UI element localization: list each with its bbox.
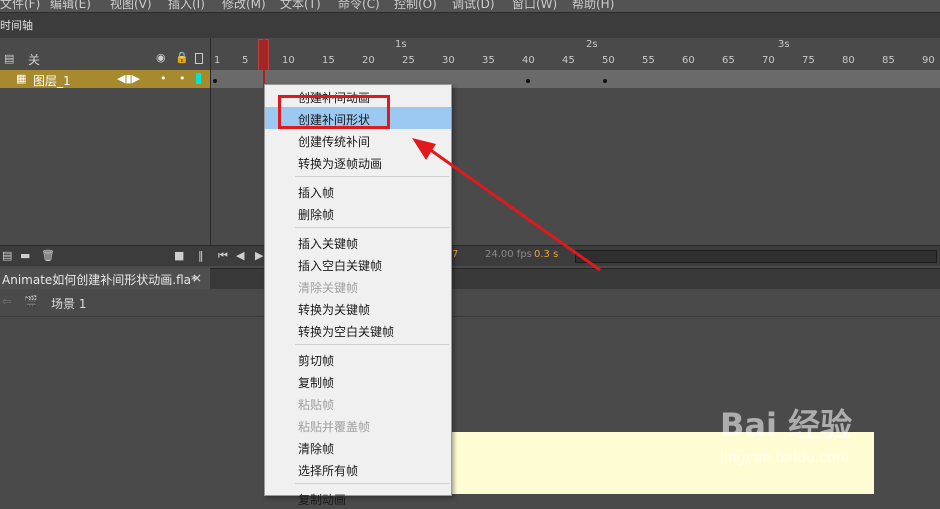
annotation-highlight-box (278, 95, 390, 129)
keyframe[interactable] (526, 79, 530, 83)
timeline-header: 时间轴 (0, 13, 940, 39)
menu-item-convert-to-blank-keyframes[interactable]: 转换为空白关键帧 (265, 319, 451, 341)
frame-number: 65 (722, 55, 735, 66)
frame-number: 1 (214, 55, 221, 66)
menu-item-paste-and-overwrite-frames: 粘贴并覆盖帧 (298, 420, 371, 434)
close-tab-icon[interactable]: × (192, 271, 202, 285)
menu-view[interactable]: 视图(V) (110, 0, 152, 12)
menu-edit[interactable]: 编辑(E) (50, 0, 91, 12)
layers-icon: ▤ (4, 52, 15, 65)
frame-number: 60 (682, 55, 695, 66)
timeline-tab[interactable]: 时间轴 (0, 17, 33, 33)
menu-text[interactable]: 文本(T) (280, 0, 321, 12)
menu-window[interactable]: 窗口(W) (512, 0, 557, 12)
menu-insert[interactable]: 插入(I) (168, 0, 205, 12)
outline-icon[interactable] (195, 53, 203, 64)
menu-commands[interactable]: 命令(C) (338, 0, 380, 12)
layer-color-swatch[interactable] (196, 73, 201, 84)
baidu-watermark: Bai 经验 jingyan.baidu.com (720, 400, 936, 472)
second-label: 2s (586, 39, 598, 50)
watermark-logo: Bai 经验 (720, 406, 853, 444)
menu-item-select-all-frames[interactable]: 选择所有帧 (265, 458, 451, 480)
pause-icon[interactable]: ‖ (198, 249, 204, 262)
menu-debug[interactable]: 调试(D) (452, 0, 495, 12)
annotation-arrow (412, 138, 601, 272)
layer-icon: ▦ (16, 72, 27, 85)
frame-number: 80 (842, 55, 855, 66)
watermark-url: jingyan.baidu.com (720, 450, 850, 466)
layer-name[interactable]: 图层_1 (33, 72, 71, 89)
frame-number: 75 (802, 55, 815, 66)
document-title: Animate如何创建补间形状动画.fla* (2, 273, 198, 287)
menu-modify[interactable]: 修改(M) (222, 0, 266, 12)
first-frame-icon[interactable]: ⏮ (218, 249, 228, 263)
visible-dot-icon[interactable]: • (160, 72, 167, 85)
clapper-icon: 🎬 (24, 295, 38, 308)
menu-item-paste-frames: 粘贴帧 (298, 398, 335, 412)
frame-number: 15 (322, 55, 335, 66)
menu-control[interactable]: 控制(O) (394, 0, 437, 12)
frame-number: 40 (522, 55, 535, 66)
new-layer-icon[interactable]: ▤ (2, 249, 12, 262)
scene-bar: ⇦ 🎬 场景 1 (0, 289, 940, 317)
menu-item-copy-frames[interactable]: 复制帧 (265, 370, 451, 392)
eye-icon[interactable]: ◉ (156, 51, 166, 64)
frame-number: 70 (762, 55, 775, 66)
back-arrow-icon[interactable]: ⇦ (2, 295, 11, 308)
camera-icon[interactable]: ■ (174, 249, 184, 262)
lock-icon[interactable]: 🔒 (175, 51, 189, 64)
frame-number: 20 (362, 55, 375, 66)
prev-frame-icon[interactable]: ◀ (236, 249, 244, 262)
layer-row[interactable]: ▦ 图层_1 ◀▮▶ • • (0, 70, 210, 88)
lock-dot-icon[interactable]: • (179, 72, 186, 85)
menu-help[interactable]: 帮助(H) (572, 0, 614, 12)
play-icon[interactable]: ▶ (255, 249, 263, 262)
menu-file[interactable]: 文件(F) (0, 0, 40, 12)
keyframe[interactable] (603, 79, 607, 83)
frame-number: 25 (402, 55, 415, 66)
frame-number: 5 (242, 55, 249, 66)
frame-number: 50 (602, 55, 615, 66)
menu-item-copy-motion[interactable]: 复制动画 (265, 487, 451, 509)
frame-number: 90 (922, 55, 935, 66)
second-label: 3s (778, 39, 790, 50)
keyframe[interactable] (213, 79, 217, 83)
layers-header-label: 关 (28, 53, 41, 67)
keyframe-nav-icon[interactable]: ◀▮▶ (117, 72, 140, 85)
scene-label[interactable]: 场景 1 (51, 295, 86, 312)
menu-separator (295, 483, 449, 484)
menu-separator (295, 344, 449, 345)
menu-item-convert-to-keyframes[interactable]: 转换为关键帧 (265, 297, 451, 319)
menu-item-clear-frames[interactable]: 清除帧 (265, 436, 451, 458)
frame-number: 45 (562, 55, 575, 66)
menu-item-cut-frames[interactable]: 剪切帧 (265, 348, 451, 370)
frame-number: 30 (442, 55, 455, 66)
new-folder-icon[interactable]: ▬ (20, 249, 30, 262)
second-label: 1s (395, 39, 407, 50)
frame-number: 55 (642, 55, 655, 66)
frame-number: 10 (282, 55, 295, 66)
menubar: 文件(F) 编辑(E) 视图(V) 插入(I) 修改(M) 文本(T) 命令(C… (0, 0, 940, 13)
timeline-scrollbar[interactable] (575, 250, 937, 263)
document-tab[interactable]: Animate如何创建补间形状动画.fla* × (0, 268, 210, 289)
frame-number: 35 (482, 55, 495, 66)
trash-icon[interactable]: 🗑 (41, 249, 55, 262)
frame-number: 85 (882, 55, 895, 66)
